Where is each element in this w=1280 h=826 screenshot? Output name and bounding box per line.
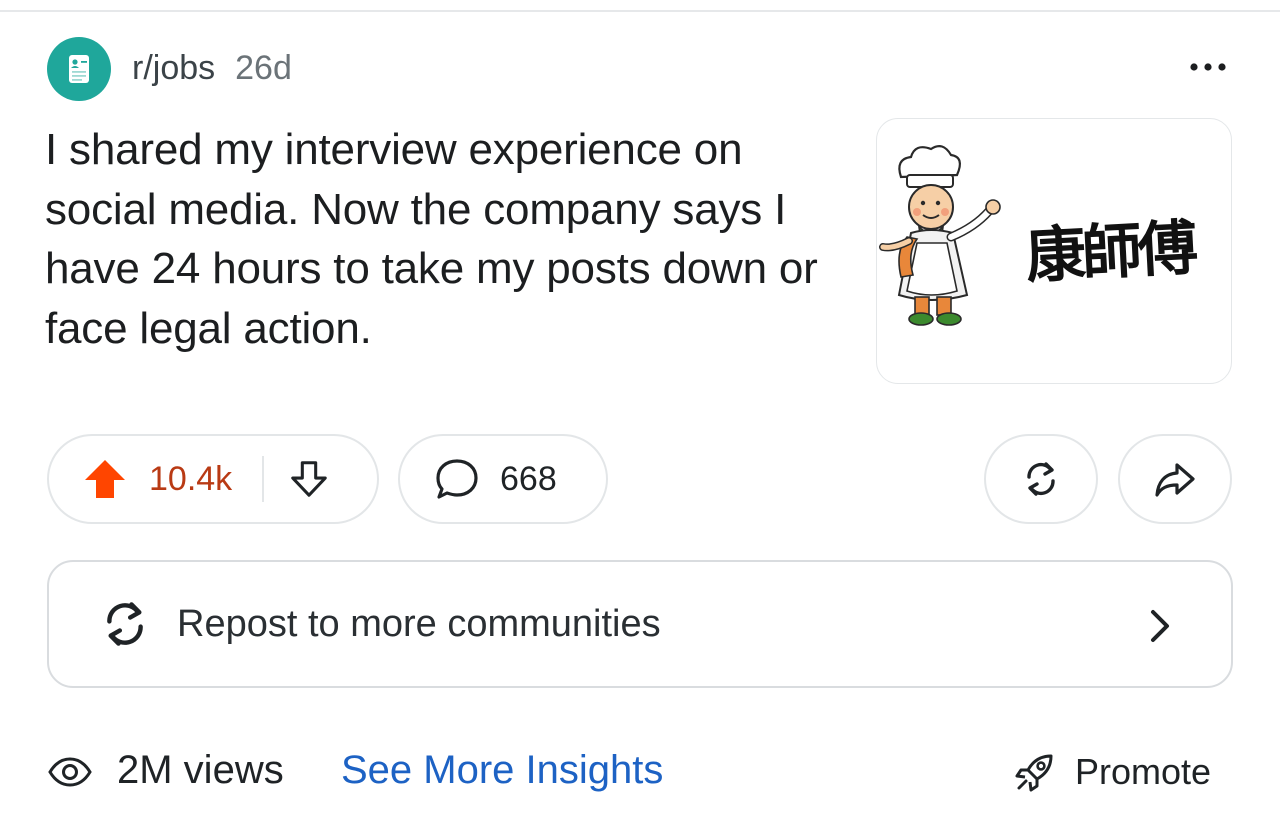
post-title[interactable]: I shared my interview experience on soci…: [45, 120, 855, 358]
post-thumbnail[interactable]: 康師傅: [876, 118, 1232, 384]
subreddit-avatar[interactable]: [47, 37, 111, 101]
share-button[interactable]: [1118, 434, 1232, 524]
downvote-button[interactable]: [264, 436, 354, 522]
post-footer: 2M views See More Insights Promote: [47, 742, 1233, 802]
view-count: 2M views: [117, 748, 284, 792]
share-arrow-icon: [1155, 463, 1195, 497]
promote-button[interactable]: Promote: [1013, 746, 1211, 798]
comment-count: 668: [500, 459, 557, 498]
chevron-right-icon: [1151, 610, 1169, 642]
comments-button[interactable]: 668: [398, 434, 608, 524]
brand-logo-text: 康師傅: [1024, 213, 1198, 292]
comment-bubble-icon: [436, 459, 478, 499]
subreddit-name[interactable]: r/jobs: [132, 49, 215, 88]
vote-control: 10.4k: [47, 434, 379, 524]
post-meta: r/jobs 26d: [132, 46, 292, 90]
repost-icon: [99, 598, 151, 650]
vote-score: 10.4k: [149, 459, 233, 498]
post-age: 26d: [235, 48, 292, 87]
downvote-arrow-icon: [291, 461, 327, 497]
repost-to-communities-row[interactable]: Repost to more communities: [47, 560, 1233, 688]
crosspost-icon: [1027, 462, 1055, 496]
eye-icon: [48, 757, 92, 787]
chef-illustration: 康師傅: [879, 144, 1199, 326]
crosspost-button[interactable]: [984, 434, 1098, 524]
rocket-icon: [1015, 754, 1053, 792]
upvote-arrow-icon: [85, 460, 125, 498]
more-dots-icon: [1190, 63, 1226, 71]
see-more-insights-link[interactable]: See More Insights: [341, 748, 663, 793]
promote-label: Promote: [1075, 751, 1212, 792]
repost-label: Repost to more communities: [177, 602, 661, 645]
top-divider: [0, 10, 1280, 12]
upvote-button[interactable]: 10.4k: [49, 436, 232, 522]
resume-icon: [69, 55, 89, 83]
more-options-button[interactable]: [1183, 50, 1233, 84]
